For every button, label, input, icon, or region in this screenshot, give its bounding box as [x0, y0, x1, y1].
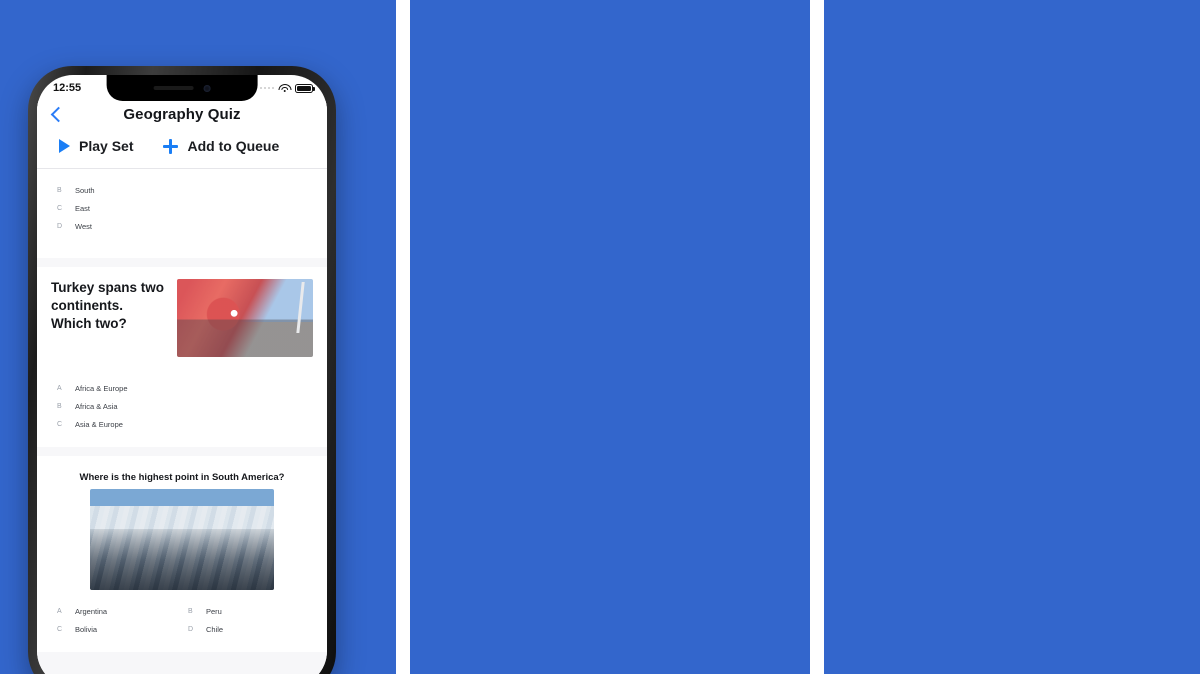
app-store-panel-1: 12:55 Geography Quiz Play Set Add to Que…: [0, 0, 396, 674]
option-letter: B: [57, 186, 62, 194]
option-text: Peru: [206, 606, 222, 616]
option-letter: C: [57, 625, 63, 633]
option-letter: C: [57, 420, 63, 428]
turkey-flag-image: [177, 279, 313, 357]
option-text: Bolivia: [75, 624, 98, 634]
option-letter: C: [57, 204, 63, 212]
question-card-andes[interactable]: Where is the highest point in South Amer…: [37, 456, 327, 652]
phone1-action-bar: Play Set Add to Queue: [37, 130, 327, 169]
status-indicators: [259, 83, 315, 93]
option-text: Chile: [206, 624, 224, 634]
option-list: A Africa & Europe B Africa & Asia C Asia…: [51, 379, 313, 433]
option-letter: B: [188, 607, 193, 615]
option-list: A Argentina B Peru C Bolivia D Chile: [51, 602, 313, 638]
option-row[interactable]: D Chile: [182, 620, 313, 638]
question-text: Turkey spans two continents. Which two?: [51, 280, 165, 331]
option-letter: D: [57, 222, 63, 230]
wifi-icon: [278, 83, 291, 93]
status-time: 12:55: [53, 82, 82, 94]
option-row[interactable]: A Argentina: [51, 602, 182, 620]
option-letter: A: [57, 384, 62, 392]
option-text: Africa & Asia: [75, 401, 118, 411]
partial-question-card[interactable]: B South C East D West: [37, 169, 327, 258]
option-row[interactable]: B South: [51, 181, 313, 199]
add-to-queue-button[interactable]: Add to Queue: [163, 138, 279, 154]
signal-icon: [259, 86, 274, 90]
phone1-navbar: Geography Quiz: [37, 101, 327, 130]
earpiece-speaker: [153, 86, 194, 90]
page-title: Geography Quiz: [123, 106, 241, 123]
option-text: South: [75, 185, 95, 195]
phone1-content: Geography Quiz Play Set Add to Queue B S…: [37, 101, 327, 674]
option-letter: B: [57, 402, 62, 410]
battery-icon: [295, 83, 315, 93]
phone-notch: [106, 75, 258, 101]
option-text: Argentina: [75, 606, 108, 616]
card-spacer: [51, 235, 313, 244]
front-camera-icon: [203, 84, 211, 92]
app-store-panel-2: 12:59: [410, 0, 810, 674]
andes-mountains-image: [90, 489, 274, 590]
question-header: Turkey spans two continents. Which two?: [51, 279, 313, 357]
option-row[interactable]: B Peru: [182, 602, 313, 620]
add-to-queue-label: Add to Queue: [187, 138, 280, 154]
option-text: Africa & Europe: [75, 383, 128, 393]
option-letter: D: [188, 625, 194, 633]
option-row[interactable]: C Bolivia: [51, 620, 182, 638]
play-set-label: Play Set: [79, 138, 134, 154]
app-store-panel-3: 1:03 5 5 Geography: [824, 0, 1200, 674]
plus-icon: [163, 138, 179, 154]
option-text: West: [75, 221, 92, 231]
question-card-turkey[interactable]: Turkey spans two continents. Which two? …: [37, 267, 327, 447]
play-set-button[interactable]: Play Set: [59, 138, 133, 154]
option-row[interactable]: A Africa & Europe: [51, 379, 313, 397]
question-text: Where is the highest point in South Amer…: [79, 472, 285, 483]
play-icon: [59, 139, 70, 153]
option-text: Asia & Europe: [75, 419, 123, 429]
option-row[interactable]: C East: [51, 199, 313, 217]
option-row[interactable]: D West: [51, 217, 313, 235]
phone-screen-1: 12:55 Geography Quiz Play Set Add to Que…: [37, 75, 327, 674]
option-text: East: [75, 203, 91, 213]
option-row[interactable]: B Africa & Asia: [51, 397, 313, 415]
phone-mockup-1: 12:55 Geography Quiz Play Set Add to Que…: [28, 66, 336, 674]
screenshot-stage: 12:55 Geography Quiz Play Set Add to Que…: [0, 0, 1200, 674]
option-letter: A: [57, 607, 62, 615]
option-row[interactable]: C Asia & Europe: [51, 415, 313, 433]
